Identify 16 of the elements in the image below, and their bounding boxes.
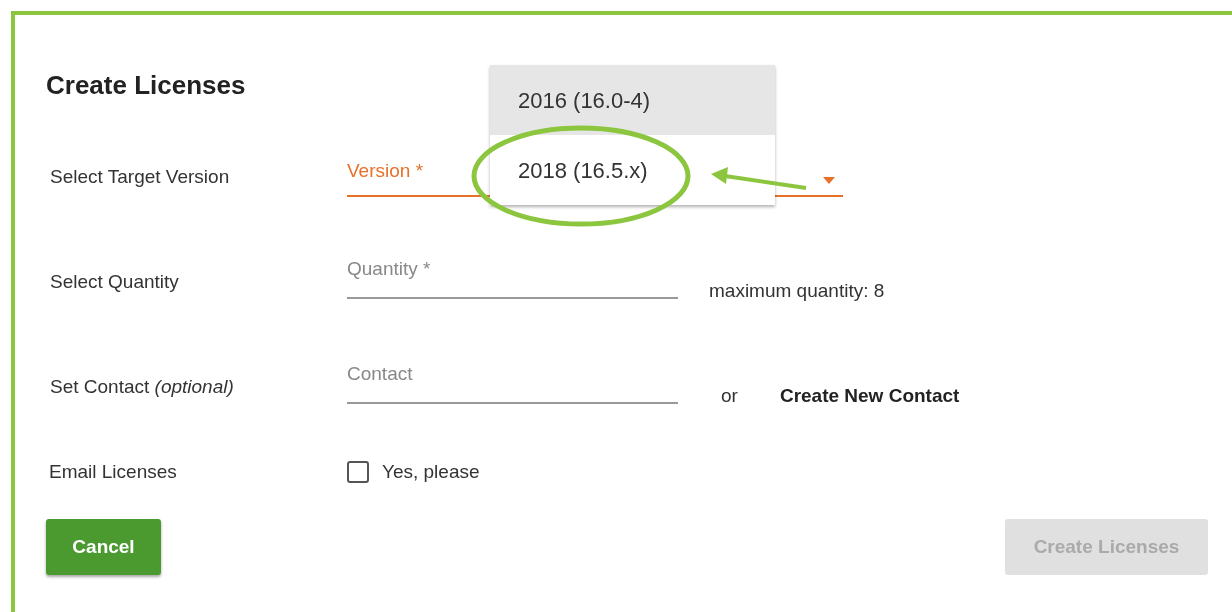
field-label: Select Target Version (50, 164, 231, 189)
cancel-button[interactable]: Cancel (46, 519, 161, 575)
caret-icon (823, 177, 835, 184)
quantity-field[interactable]: Quantity * (347, 255, 678, 299)
checkbox-label: Yes, please (382, 459, 480, 484)
checkbox[interactable] (347, 461, 369, 483)
contact-field[interactable]: Contact (347, 360, 678, 404)
field-label: Set Contact (optional) (50, 374, 235, 399)
quantity-hint: maximum quantity: 8 (709, 278, 885, 303)
menu-option[interactable]: 2016 (16.0-4) (490, 65, 775, 135)
field-label: Email Licenses (49, 459, 178, 484)
create-contact-link[interactable]: Create New Contact (779, 381, 960, 411)
dialog-title: Create Licenses (46, 69, 246, 102)
or-text: or (721, 383, 738, 408)
field-label: Select Quantity (50, 269, 180, 294)
menu-option[interactable]: 2018 (16.5.x) (490, 135, 775, 205)
